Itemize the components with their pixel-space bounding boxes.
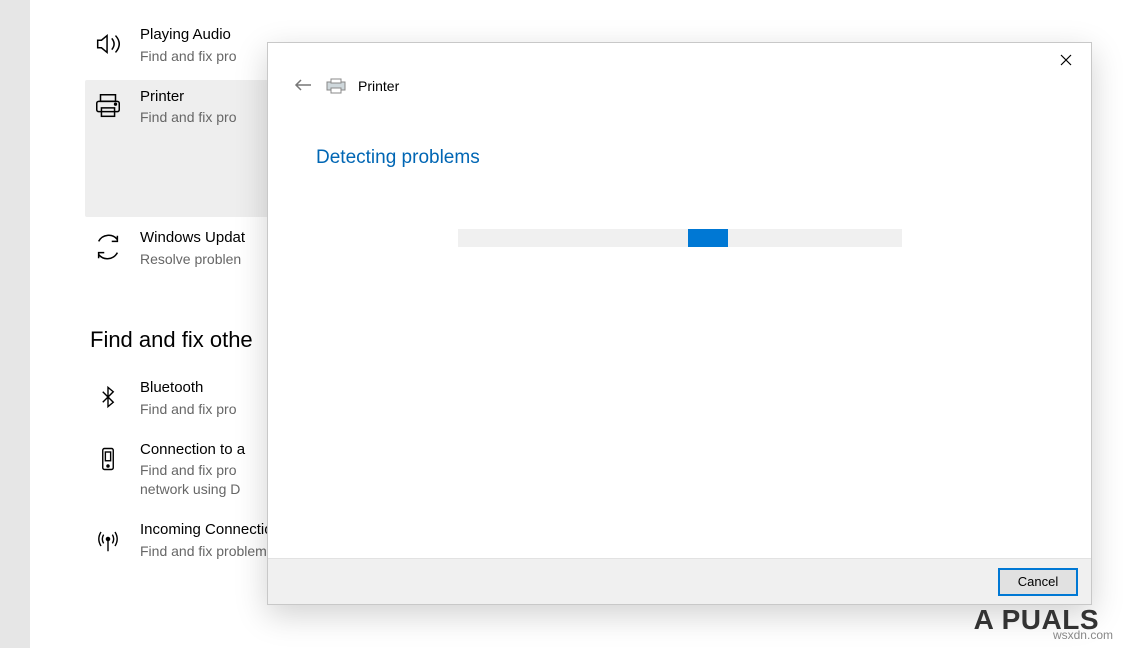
cancel-button[interactable]: Cancel — [999, 569, 1077, 595]
watermark-text: wsxdn.com — [1053, 628, 1113, 642]
close-icon — [1060, 50, 1072, 71]
printer-icon — [90, 88, 126, 124]
printer-small-icon — [326, 78, 346, 94]
dialog-title: Printer — [358, 78, 399, 94]
bluetooth-icon — [90, 379, 126, 415]
dialog-heading: Detecting problems — [316, 147, 1043, 169]
dialog-body: Detecting problems — [268, 107, 1091, 247]
arrow-left-icon — [294, 78, 312, 95]
refresh-icon — [90, 229, 126, 265]
close-button[interactable] — [1043, 45, 1089, 75]
dialog-header: Printer — [268, 43, 1091, 107]
troubleshooter-dialog: Printer Detecting problems Cancel — [267, 42, 1092, 605]
back-button[interactable] — [292, 75, 314, 97]
progress-bar — [458, 229, 902, 247]
signal-icon — [90, 521, 126, 557]
speaker-icon — [90, 26, 126, 62]
dialog-footer: Cancel — [268, 558, 1091, 604]
progress-chunk — [688, 229, 728, 247]
device-icon — [90, 441, 126, 477]
